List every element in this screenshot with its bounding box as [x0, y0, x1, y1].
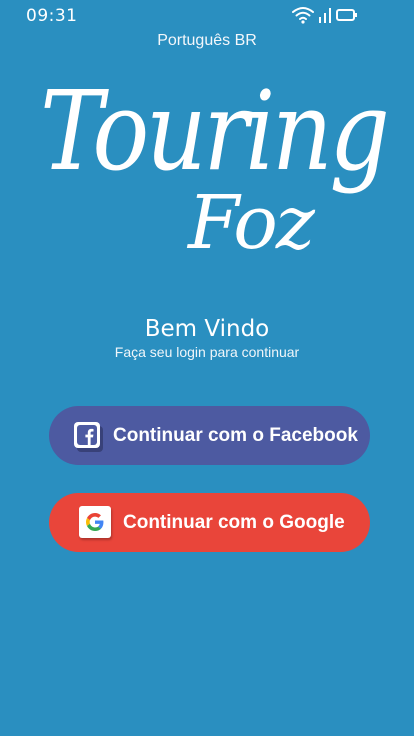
google-login-label: Continuar com o Google — [123, 512, 345, 533]
logo-title: Touring — [40, 67, 390, 195]
logo-subtitle: Foz — [188, 180, 315, 266]
status-bar: 09:31 — [0, 0, 414, 32]
facebook-icon — [74, 422, 100, 448]
signal-icon — [318, 6, 332, 24]
facebook-login-button[interactable]: Continuar com o Facebook — [49, 406, 370, 465]
wifi-icon — [292, 6, 314, 24]
facebook-login-label: Continuar com o Facebook — [113, 425, 358, 446]
language-selector[interactable]: Português BR — [0, 32, 414, 50]
google-icon — [79, 506, 111, 538]
google-login-button[interactable]: Continuar com o Google — [49, 493, 370, 552]
status-icons — [292, 6, 358, 24]
status-time: 09:31 — [26, 6, 78, 26]
app-logo: Touring Foz — [0, 70, 414, 290]
battery-icon — [336, 8, 358, 22]
welcome-subtitle: Faça seu login para continuar — [114, 344, 300, 360]
welcome-title: Bem Vindo — [144, 316, 270, 342]
